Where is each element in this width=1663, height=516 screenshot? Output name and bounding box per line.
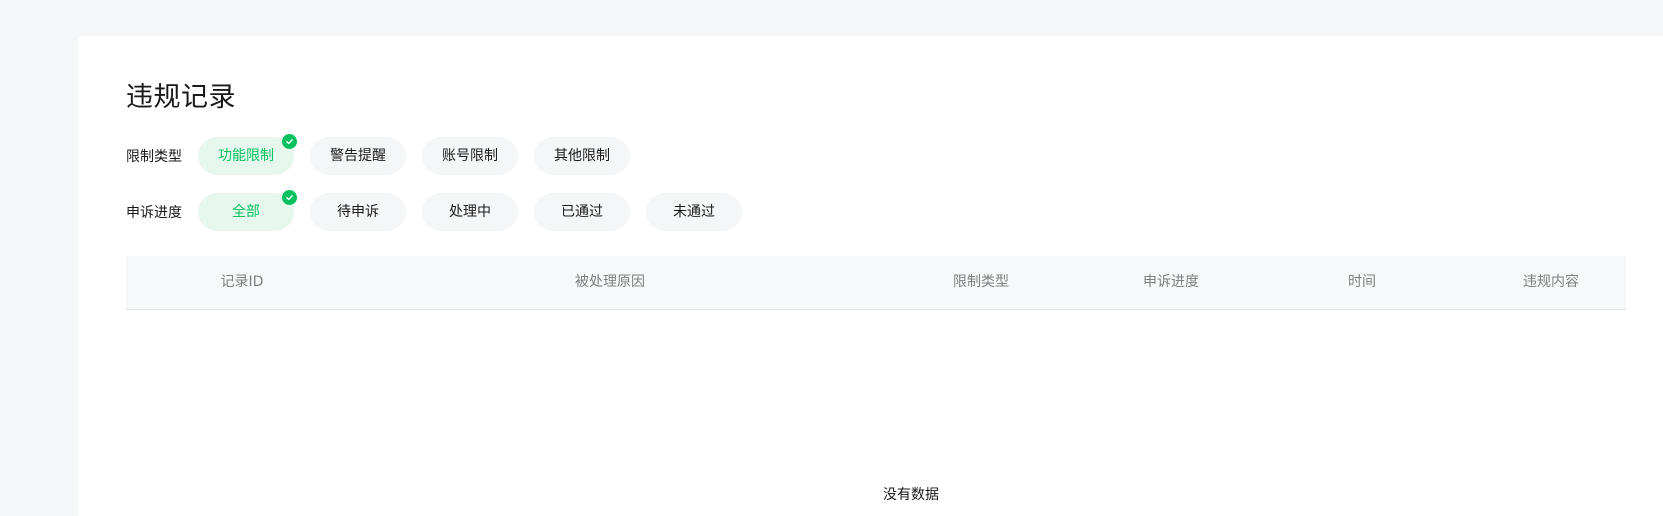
chip-label: 处理中 <box>449 204 491 220</box>
records-table: 记录ID 被处理原因 限制类型 申诉进度 时间 违规内容 没有数据 <box>126 256 1626 503</box>
page-title: 违规记录 <box>126 82 236 113</box>
chip-account-restriction[interactable]: 账号限制 <box>422 137 518 175</box>
chip-label: 待申诉 <box>337 204 379 220</box>
chip-label: 警告提醒 <box>330 148 386 164</box>
chip-label: 未通过 <box>673 204 715 220</box>
column-header-record-id: 记录ID <box>220 274 264 290</box>
chip-label: 全部 <box>232 204 260 220</box>
restriction-type-filter: 限制类型 功能限制 警告提醒 账号限制 其他限制 <box>126 134 646 175</box>
chip-function-restriction[interactable]: 功能限制 <box>198 134 297 175</box>
chip-label: 其他限制 <box>554 148 610 164</box>
column-header-time: 时间 <box>1348 274 1376 290</box>
chip-approved[interactable]: 已通过 <box>534 193 630 231</box>
chip-label: 已通过 <box>561 204 603 220</box>
violation-records-panel: 违规记录 限制类型 功能限制 警告提醒 账号限制 其他限制 申诉进度 全部 待申… <box>78 36 1663 516</box>
check-circle-icon <box>282 190 297 205</box>
chip-rejected[interactable]: 未通过 <box>646 193 742 231</box>
column-header-restriction-type: 限制类型 <box>953 274 1009 290</box>
chip-pending-appeal[interactable]: 待申诉 <box>310 193 406 231</box>
chip-label: 账号限制 <box>442 148 498 164</box>
empty-state-text: 没有数据 <box>883 487 939 503</box>
table-header: 记录ID 被处理原因 限制类型 申诉进度 时间 违规内容 <box>126 256 1626 310</box>
column-header-reason: 被处理原因 <box>575 274 645 290</box>
column-header-appeal-progress: 申诉进度 <box>1143 274 1199 290</box>
chip-processing[interactable]: 处理中 <box>422 193 518 231</box>
check-circle-icon <box>282 134 297 149</box>
restriction-type-label: 限制类型 <box>126 149 182 165</box>
chip-other-restriction[interactable]: 其他限制 <box>534 137 630 175</box>
appeal-progress-filter: 申诉进度 全部 待申诉 处理中 已通过 未通过 <box>126 190 758 231</box>
column-header-violation-content: 违规内容 <box>1523 274 1579 290</box>
chip-all[interactable]: 全部 <box>198 190 297 231</box>
chip-warning-reminder[interactable]: 警告提醒 <box>310 137 406 175</box>
appeal-progress-label: 申诉进度 <box>126 205 182 221</box>
chip-label: 功能限制 <box>218 148 274 164</box>
